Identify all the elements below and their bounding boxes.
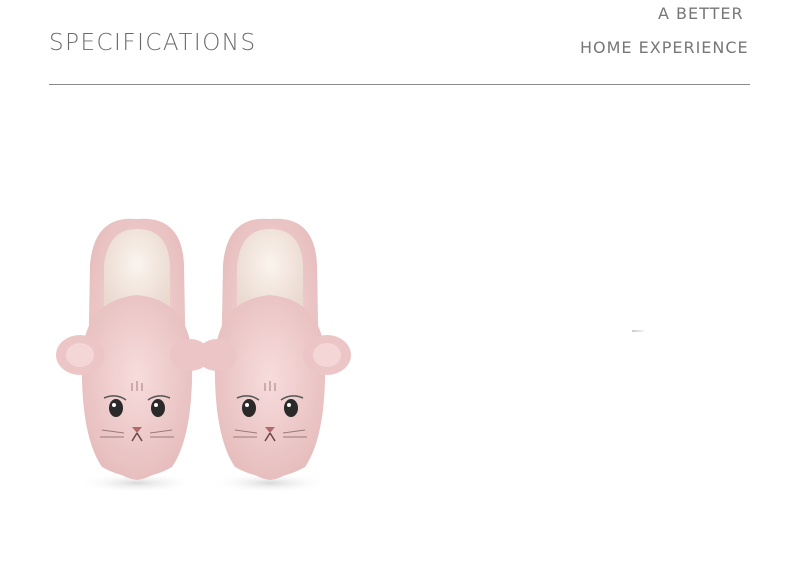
cat-slippers-image [56,218,351,493]
tagline-line-1: A BETTER [658,4,744,23]
right-slipper [197,218,351,480]
page-title: SPECIFICATIONS [49,30,257,56]
left-slipper [56,218,210,480]
tagline-line-2: HOME EXPERIENCE [580,38,749,57]
decorative-speck [632,330,644,332]
header-divider [49,84,750,85]
